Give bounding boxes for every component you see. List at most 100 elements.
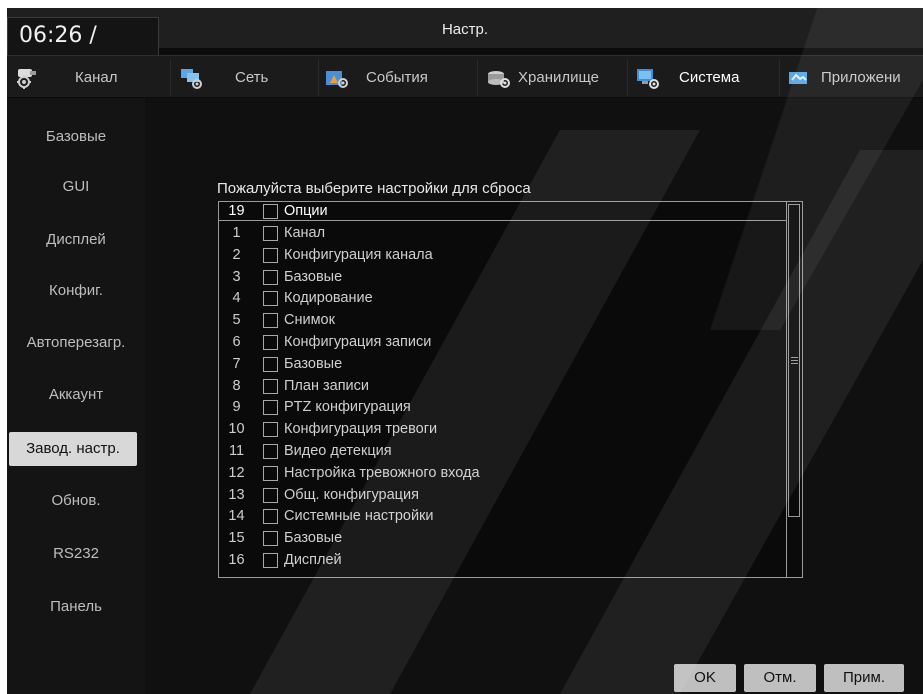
sidebar-item-basic[interactable]: Базовые [7, 120, 145, 154]
option-number: 7 [232, 355, 241, 372]
option-number: 1 [232, 225, 241, 241]
option-number: 11 [228, 443, 245, 459]
option-number: 9 [232, 399, 241, 416]
option-checkbox[interactable] [263, 313, 278, 329]
tab-label: Приложени [821, 69, 901, 86]
option-checkbox[interactable] [263, 422, 278, 438]
option-label: Видео детекция [284, 443, 392, 459]
option-label: Канал [284, 225, 326, 241]
option-label: Общ. конфигурация [284, 486, 419, 503]
option-checkbox[interactable] [263, 465, 278, 481]
playback-clock: 06:26 / 07:18 [7, 17, 159, 84]
option-number: 5 [232, 312, 241, 329]
sidebar-item-rs232[interactable]: RS232 [7, 537, 145, 571]
tab-label: События [366, 69, 428, 86]
ok-button[interactable]: OK [674, 664, 736, 692]
reset-option-row[interactable]: 14 Системные настройки [219, 507, 787, 526]
option-checkbox[interactable] [263, 487, 278, 503]
reset-option-row[interactable]: 2 Конфигурация канала [219, 246, 787, 265]
sidebar-item-upgrade[interactable]: Обнов. [7, 484, 145, 518]
events-icon [324, 66, 350, 90]
option-number: 8 [232, 377, 241, 394]
option-number: 16 [228, 552, 245, 568]
main-content: Пожалуйста выберите настройки для сброса… [145, 98, 923, 694]
option-number: 12 [228, 464, 245, 481]
option-checkbox[interactable] [263, 378, 278, 394]
reset-option-row[interactable]: 5 Снимок [219, 311, 787, 330]
reset-option-row[interactable]: 8 План записи [219, 377, 787, 396]
reset-option-row[interactable]: 11 Видео детекция [219, 442, 787, 461]
tab-network[interactable]: Сеть [179, 59, 319, 96]
option-label: PTZ конфигурация [284, 399, 411, 416]
cancel-button[interactable]: Отм. [744, 664, 816, 692]
option-checkbox[interactable] [263, 509, 278, 525]
option-label: Снимок [284, 312, 335, 329]
sidebar: Базовые GUI Дисплей Конфиг. Автоперезагр… [7, 98, 145, 694]
tab-label: Сеть [235, 69, 269, 86]
tab-events[interactable]: События [324, 59, 478, 96]
option-checkbox[interactable] [263, 247, 278, 263]
sidebar-item-account[interactable]: Аккаунт [7, 378, 145, 412]
option-checkbox[interactable] [263, 291, 278, 307]
apps-icon [787, 66, 813, 90]
reset-prompt: Пожалуйста выберите настройки для сброса [217, 180, 531, 197]
option-number: 6 [232, 334, 241, 350]
scrollbar-grip [791, 357, 798, 358]
tab-label: Канал [75, 69, 118, 86]
tab-apps[interactable]: Приложени [787, 59, 923, 96]
scrollbar-grip [791, 363, 798, 364]
reset-option-row[interactable]: 9 PTZ конфигурация [219, 398, 787, 417]
sidebar-item-panel[interactable]: Панель [7, 590, 145, 624]
sidebar-item-factory-reset[interactable]: Завод. настр. [9, 432, 137, 466]
option-label: Базовые [284, 268, 343, 285]
option-number: 2 [232, 246, 241, 263]
tab-bar: Канал Сеть События Хранилище Система При… [7, 55, 923, 97]
tab-label: Хранилище [518, 69, 599, 86]
option-number: 3 [232, 268, 241, 285]
option-checkbox[interactable] [263, 553, 278, 568]
option-checkbox[interactable] [263, 531, 278, 547]
tab-system[interactable]: Система [635, 59, 780, 96]
reset-option-row[interactable]: 12 Настройка тревожного входа [219, 464, 787, 483]
tab-label: Система [679, 69, 740, 86]
option-checkbox[interactable] [263, 400, 278, 416]
option-checkbox[interactable] [263, 226, 278, 241]
option-label: Системные настройки [284, 508, 434, 525]
option-checkbox[interactable] [263, 335, 278, 350]
reset-option-row[interactable]: 1 Канал [219, 224, 787, 243]
reset-option-row[interactable]: 7 Базовые [219, 355, 787, 374]
reset-option-row[interactable]: 6 Конфигурация записи [219, 333, 787, 352]
option-label: Базовые [284, 355, 343, 372]
list-scrollbar[interactable] [786, 202, 802, 577]
reset-option-row[interactable]: 4 Кодирование [219, 289, 787, 308]
option-checkbox[interactable] [263, 444, 278, 459]
system-icon [635, 66, 661, 90]
options-count: 19 [228, 203, 245, 219]
reset-option-row[interactable]: 15 Базовые [219, 529, 787, 548]
apply-button[interactable]: Прим. [824, 664, 904, 692]
tab-divider [779, 59, 780, 96]
reset-option-row[interactable]: 16 Дисплей [219, 551, 787, 570]
sidebar-item-display[interactable]: Дисплей [7, 223, 145, 257]
tab-divider [477, 59, 478, 96]
sidebar-item-gui[interactable]: GUI [7, 170, 145, 204]
option-number: 4 [232, 290, 241, 307]
option-checkbox[interactable] [263, 356, 278, 372]
camera-icon [15, 66, 41, 90]
sidebar-item-config[interactable]: Конфиг. [7, 274, 145, 308]
option-number: 10 [228, 421, 245, 438]
sidebar-item-autoreboot[interactable]: Автоперезагр. [7, 326, 145, 360]
tab-divider [627, 59, 628, 96]
scrollbar-grip [791, 360, 798, 361]
reset-option-row[interactable]: 10 Конфигурация тревоги [219, 420, 787, 439]
option-checkbox[interactable] [263, 269, 278, 285]
tab-storage[interactable]: Хранилище [486, 59, 628, 96]
scrollbar-thumb[interactable] [788, 204, 800, 517]
option-label: Дисплей [284, 552, 342, 568]
option-number: 14 [228, 508, 245, 525]
reset-option-row[interactable]: 3 Базовые [219, 268, 787, 287]
reset-option-row[interactable]: 13 Общ. конфигурация [219, 486, 787, 505]
select-all-checkbox[interactable] [263, 204, 278, 219]
reset-options-list: 19 Опции 1 Канал 2 Конфигурация канала 3 Базо… [218, 201, 803, 578]
tab-channel[interactable]: Канал [15, 59, 171, 96]
